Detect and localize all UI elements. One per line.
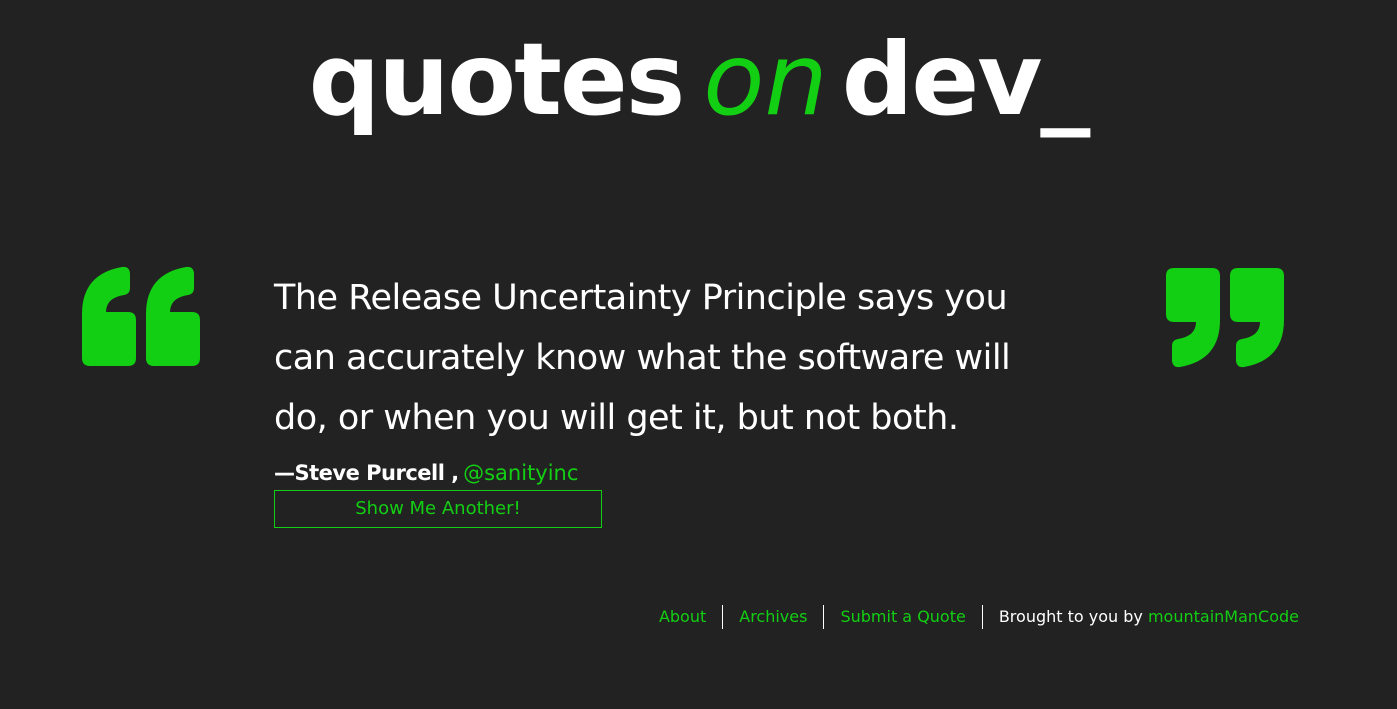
footer-link-submit-quote[interactable]: Submit a Quote — [824, 605, 981, 629]
quote-text: The Release Uncertainty Principle says y… — [274, 278, 1011, 438]
quote-author: —Steve Purcell — [274, 461, 445, 485]
show-another-button[interactable]: Show Me Another! — [274, 490, 602, 528]
site-logo[interactable]: quotes on dev_ — [0, 30, 1397, 130]
attribution-separator: , — [451, 461, 460, 485]
page: quotes on dev_ The Release Uncertainty Pri… — [0, 0, 1397, 709]
logo-word-on: on — [703, 21, 828, 138]
footer-nav: About Archives Submit a Quote Brought to… — [643, 605, 1299, 629]
open-quote-icon — [82, 266, 200, 366]
quote-block: The Release Uncertainty Principle says y… — [274, 268, 1074, 528]
footer-credit-text: Brought to you by — [998, 607, 1143, 626]
footer-link-about[interactable]: About — [643, 605, 722, 629]
quote-attribution: —Steve Purcell , @sanityinc — [274, 460, 1074, 486]
footer-link-archives[interactable]: Archives — [723, 605, 823, 629]
footer-credit: Brought to you by mountainManCode — [983, 605, 1299, 629]
quote-source-link[interactable]: @sanityinc — [463, 461, 578, 485]
footer-credit-link[interactable]: mountainManCode — [1148, 607, 1299, 626]
logo-word-dev: dev_ — [841, 21, 1091, 138]
logo-word-quotes: quotes — [308, 21, 686, 138]
close-quote-icon — [1166, 268, 1284, 368]
